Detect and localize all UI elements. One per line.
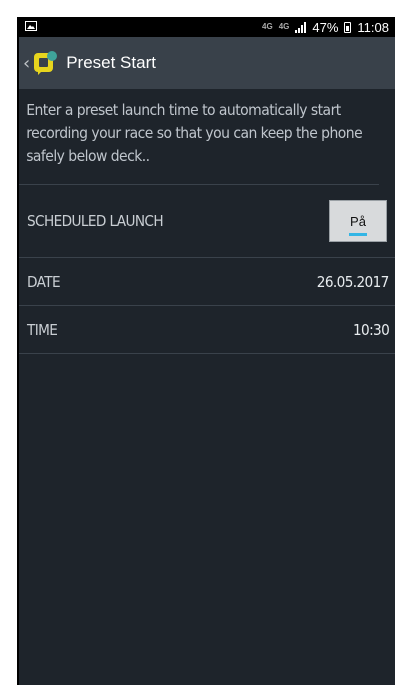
battery-icon xyxy=(344,21,352,33)
time-row[interactable]: TIME 10:30 xyxy=(19,306,395,354)
network-indicator-2: 4G xyxy=(278,22,290,31)
gallery-notification-icon xyxy=(25,20,37,35)
scheduled-launch-row: SCHEDULED LAUNCH På xyxy=(19,185,395,258)
chevron-left-icon[interactable]: ‹ xyxy=(23,53,30,74)
status-right: 4G 4G 47% 11:08 xyxy=(262,20,389,35)
date-row[interactable]: DATE 26.05.2017 xyxy=(19,258,395,306)
time-label: TIME xyxy=(27,320,58,339)
scheduled-launch-toggle[interactable]: På xyxy=(329,200,387,242)
signal-icon xyxy=(295,21,307,33)
app-bar[interactable]: ‹ Preset Start xyxy=(19,37,395,89)
date-label: DATE xyxy=(27,272,61,291)
scheduled-launch-label: SCHEDULED LAUNCH xyxy=(27,212,164,230)
toggle-label: På xyxy=(350,213,366,229)
description-text: Enter a preset launch time to automatica… xyxy=(19,89,379,185)
date-value: 26.05.2017 xyxy=(317,272,390,291)
app-logo-icon xyxy=(32,50,58,76)
network-indicator-1: 4G xyxy=(262,22,273,31)
status-bar: 4G 4G 47% 11:08 xyxy=(19,17,395,37)
toggle-indicator xyxy=(349,233,367,236)
battery-percent: 47% xyxy=(312,19,339,35)
app-screen: 4G 4G 47% 11:08 ‹ Preset Start Enter a p… xyxy=(17,17,395,685)
clock: 11:08 xyxy=(357,19,389,35)
time-value: 10:30 xyxy=(352,320,390,339)
page-title: Preset Start xyxy=(66,53,156,72)
